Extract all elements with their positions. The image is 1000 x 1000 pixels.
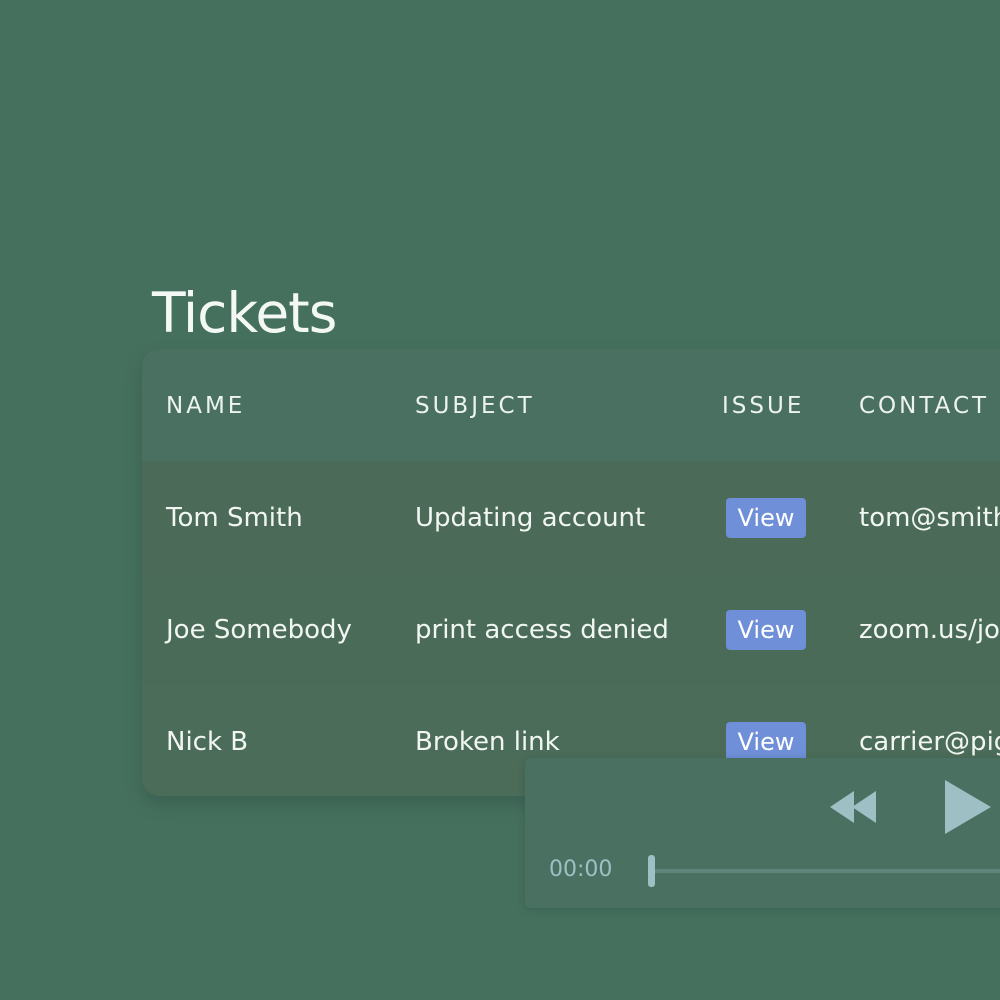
view-issue-button[interactable]: View — [726, 722, 806, 762]
rewind-icon — [830, 791, 876, 823]
table-row: Tom Smith Updating account View tom@smit… — [142, 461, 1000, 573]
view-issue-button[interactable]: View — [726, 610, 806, 650]
table-header: NAME SUBJECT ISSUE CONTACT — [142, 349, 1000, 461]
page-title: Tickets — [152, 281, 337, 345]
table-row: Joe Somebody print access denied View zo… — [142, 573, 1000, 685]
column-header-issue[interactable]: ISSUE — [722, 391, 804, 421]
ticket-name: Nick B — [166, 727, 249, 757]
seek-handle[interactable] — [648, 855, 655, 887]
view-issue-button[interactable]: View — [726, 498, 806, 538]
play-button[interactable] — [943, 778, 995, 836]
media-player: 00:00 — [525, 758, 1000, 908]
ticket-name: Joe Somebody — [166, 615, 352, 645]
ticket-contact: carrier@pig — [859, 727, 1000, 757]
ticket-name: Tom Smith — [166, 503, 303, 533]
column-header-subject[interactable]: SUBJECT — [415, 391, 535, 421]
seek-bar[interactable] — [649, 869, 1000, 873]
column-header-name[interactable]: NAME — [166, 391, 245, 421]
current-time: 00:00 — [549, 857, 613, 882]
ticket-subject: print access denied — [415, 615, 669, 645]
column-header-contact[interactable]: CONTACT — [859, 391, 989, 421]
rewind-button[interactable] — [828, 787, 884, 827]
ticket-contact: zoom.us/jo — [859, 615, 1000, 645]
ticket-contact: tom@smith — [859, 503, 1000, 533]
ticket-subject: Updating account — [415, 503, 646, 533]
play-icon — [945, 780, 991, 834]
ticket-subject: Broken link — [415, 727, 560, 757]
tickets-table: NAME SUBJECT ISSUE CONTACT Tom Smith Upd… — [142, 349, 1000, 796]
